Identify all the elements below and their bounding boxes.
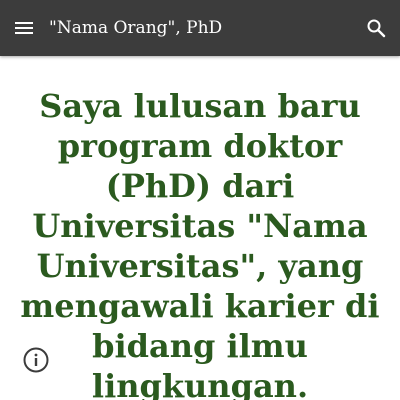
search-button[interactable] [364, 16, 388, 40]
hamburger-menu-icon [15, 22, 33, 34]
info-button[interactable] [22, 346, 50, 374]
page: "Nama Orang", PhD Saya lulusan baru prog… [0, 0, 400, 400]
menu-button[interactable] [12, 16, 36, 40]
top-app-bar: "Nama Orang", PhD [0, 0, 400, 56]
site-title[interactable]: "Nama Orang", PhD [49, 14, 222, 42]
main-content: Saya lulusan baru program doktor (PhD) d… [0, 56, 400, 400]
search-icon [367, 19, 386, 38]
hero-headline: Saya lulusan baru program doktor (PhD) d… [20, 87, 380, 400]
info-icon [23, 347, 49, 373]
